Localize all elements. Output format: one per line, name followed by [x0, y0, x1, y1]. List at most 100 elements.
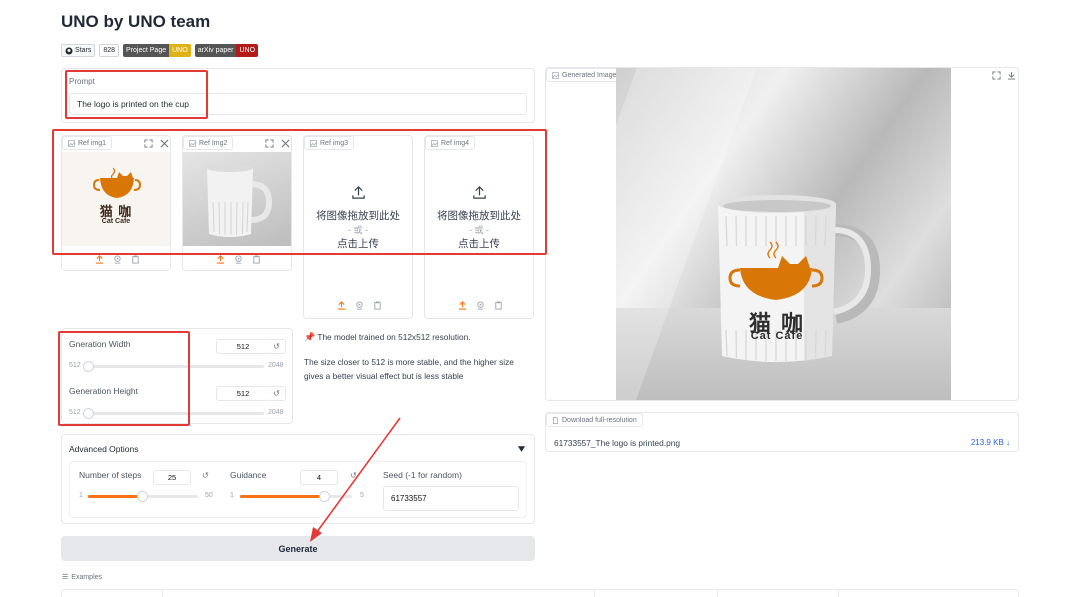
badge-row: Stars 828 Project Page UNO arXiv paper U…: [61, 44, 259, 57]
arxiv-value: UNO: [236, 44, 259, 57]
prompt-block: Prompt The logo is printed on the cup: [61, 68, 535, 123]
steps-slider[interactable]: [88, 491, 198, 502]
ref-image-1-label: Ref img1: [78, 139, 107, 147]
list-icon: ☰: [62, 574, 69, 581]
guidance-min: 1: [230, 492, 234, 499]
webcam-icon[interactable]: [476, 301, 485, 310]
fullscreen-icon[interactable]: [144, 139, 153, 148]
download-filename[interactable]: 61733557_The logo is printed.png: [554, 438, 680, 448]
or-text: - 或 -: [469, 225, 489, 235]
clipboard-icon[interactable]: [494, 301, 503, 310]
webcam-icon[interactable]: [355, 301, 364, 310]
download-icon[interactable]: [1007, 71, 1016, 80]
project-page-badge[interactable]: Project Page UNO: [123, 44, 191, 57]
download-label: Download full-resolution: [562, 416, 637, 424]
width-slider[interactable]: [83, 361, 264, 372]
upload-icon[interactable]: [95, 255, 104, 264]
or-text: - 或 -: [348, 225, 368, 235]
width-slider-thumb[interactable]: [83, 361, 94, 372]
ref-image-4-panel[interactable]: Ref img4 将图像拖放到此处 - 或 - 点击上传: [424, 135, 534, 319]
height-min: 512: [69, 409, 81, 416]
resolution-note-text: The model trained on 512x512 resolution.: [317, 332, 471, 342]
drop-text: 将图像拖放到此处: [316, 210, 400, 222]
height-reset-button[interactable]: ↺: [268, 386, 286, 401]
output-logo-english: Cat Cafe: [750, 330, 804, 342]
prompt-input[interactable]: The logo is printed on the cup: [69, 93, 527, 115]
ref-image-3-label-box: Ref img3: [304, 136, 355, 150]
clipboard-icon[interactable]: [252, 255, 261, 264]
ref-image-2-panel[interactable]: Ref Img2: [182, 135, 292, 271]
steps-reset-button[interactable]: ↺: [202, 471, 209, 480]
upload-icon[interactable]: [216, 255, 225, 264]
clipboard-icon[interactable]: [373, 301, 382, 310]
logo-english-text: Cat Cafe: [101, 218, 131, 225]
ref-image-3-dropzone[interactable]: 将图像拖放到此处 - 或 - 点击上传: [304, 208, 412, 251]
download-size-link[interactable]: 213.9 KB ↓: [971, 438, 1010, 447]
arxiv-badge[interactable]: arXiv paper UNO: [194, 44, 259, 57]
drop-text: 将图像拖放到此处: [437, 210, 521, 222]
ref-image-4-toolbar: [458, 301, 503, 310]
ref-image-3-panel[interactable]: Ref img3 将图像拖放到此处 - 或 - 点击上传: [303, 135, 413, 319]
upload-arrow-icon[interactable]: [472, 185, 487, 200]
fullscreen-icon[interactable]: [992, 71, 1001, 80]
height-input[interactable]: 512: [216, 386, 270, 401]
ref-image-4-dropzone[interactable]: 将图像拖放到此处 - 或 - 点击上传: [425, 208, 533, 251]
steps-slider-thumb[interactable]: [136, 491, 148, 502]
ref-image-1-panel[interactable]: Ref img1 猫 咖 Cat Cafe: [61, 135, 171, 271]
height-slider-thumb[interactable]: [83, 408, 94, 419]
advanced-options-panel: Advanced Options Number of steps 25 ↺ 1 …: [61, 434, 535, 524]
cat-cup-logo-icon: [93, 167, 141, 198]
image-icon: [310, 139, 317, 147]
steps-slider-fill: [88, 495, 142, 498]
steps-min: 1: [79, 492, 83, 499]
ref-image-2-toolbar: [216, 255, 261, 264]
clipboard-icon[interactable]: [131, 255, 140, 264]
steps-max: 50: [205, 492, 213, 499]
github-stars-badge[interactable]: Stars: [61, 44, 96, 57]
ref-image-2-preview: [183, 152, 291, 246]
size-settings-block: Gneration Width 512 ↺ 512 2048 Generatio…: [61, 328, 293, 424]
annotation-arrow: [310, 417, 401, 542]
ref-image-1-preview: 猫 咖 Cat Cafe: [62, 152, 170, 246]
ref-image-4-label-box: Ref img4: [425, 136, 476, 150]
fullscreen-icon[interactable]: [265, 139, 274, 148]
file-icon: [553, 416, 558, 424]
ref-image-2-label-box: Ref Img2: [183, 136, 234, 150]
mug-photo-icon: [207, 164, 273, 237]
click-upload-text: 点击上传: [337, 238, 379, 250]
close-icon[interactable]: [160, 139, 169, 148]
generate-button[interactable]: Generate: [61, 536, 535, 561]
github-icon: [65, 47, 73, 54]
collapse-triangle-icon[interactable]: [517, 445, 526, 453]
steps-label: Number of steps: [79, 470, 142, 480]
height-slider[interactable]: [83, 408, 264, 419]
stars-label: Stars: [75, 47, 92, 54]
width-label: Gneration Width: [69, 339, 131, 349]
close-icon[interactable]: [281, 139, 290, 148]
webcam-icon[interactable]: [234, 255, 243, 264]
ref-image-1-label-box: Ref img1: [62, 136, 113, 150]
download-label-box: Download full-resolution: [546, 413, 643, 427]
width-input[interactable]: 512: [216, 339, 270, 354]
width-reset-button[interactable]: ↺: [268, 339, 286, 354]
generated-image[interactable]: 猫 咖 Cat Cafe: [616, 68, 951, 400]
examples-label: Examples: [71, 573, 103, 581]
stability-note: The size closer to 512 is more stable, a…: [304, 357, 514, 381]
advanced-options-title[interactable]: Advanced Options: [69, 444, 138, 454]
generated-image-label-box: Generated Image: [546, 68, 623, 82]
upload-icon[interactable]: [337, 301, 346, 310]
examples-header[interactable]: ☰ Examples: [62, 573, 103, 582]
height-label: Generation Height: [69, 386, 138, 396]
resolution-note: 📌 The model trained on 512x512 resolutio…: [304, 330, 529, 344]
stars-count[interactable]: 828: [99, 44, 120, 57]
upload-icon[interactable]: [458, 301, 467, 310]
webcam-icon[interactable]: [113, 255, 122, 264]
ref-image-3-toolbar: [337, 301, 382, 310]
upload-arrow-icon[interactable]: [351, 185, 366, 200]
steps-input[interactable]: 25: [153, 470, 191, 485]
generated-image-panel: Generated Image 猫 咖 Cat Cafe: [545, 67, 1019, 401]
download-block: Download full-resolution 61733557_The lo…: [545, 412, 1019, 452]
ref-image-4-label: Ref img4: [441, 139, 470, 147]
pushpin-icon: 📌: [304, 332, 316, 342]
mug-icon: [718, 195, 881, 362]
